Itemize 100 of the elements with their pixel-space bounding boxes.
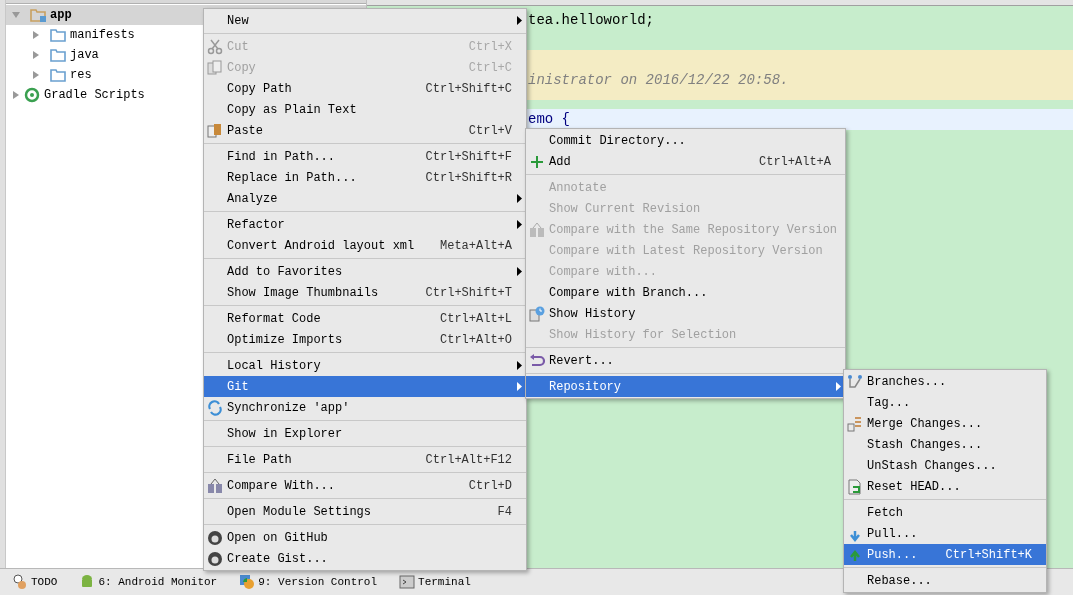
menu-item[interactable]: Refactor (204, 214, 526, 235)
tool-window-label: 6: Android Monitor (98, 574, 218, 590)
collapsed-arrow-icon[interactable] (32, 31, 40, 39)
menu-item[interactable]: UnStash Changes... (844, 455, 1046, 476)
menu-item[interactable]: Find in Path... Ctrl+Shift+F (204, 146, 526, 167)
menu-item-label: Copy Path (227, 80, 293, 98)
menu-item[interactable]: Revert... (526, 350, 845, 371)
menu-item-label: File Path (227, 451, 293, 469)
collapsed-arrow-icon[interactable] (32, 51, 40, 59)
expanded-arrow-icon[interactable] (12, 11, 20, 19)
sync-icon (207, 399, 223, 416)
menu-item-label: Compare with Branch... (549, 284, 709, 302)
shortcut-label: Meta+Alt+A (440, 237, 512, 255)
tool-window-button[interactable]: 9: Version Control (239, 573, 378, 591)
menu-item[interactable]: Synchronize 'app' (204, 397, 526, 418)
menu-item-label: Convert Android layout xml (227, 237, 416, 255)
undo-icon (529, 352, 545, 369)
menu-item[interactable]: Push... Ctrl+Shift+K (844, 544, 1046, 565)
menu-item-label: Show Current Revision (549, 200, 702, 218)
menu-item-label: Show Image Thumbnails (227, 284, 380, 302)
shortcut-label: Ctrl+Alt+L (440, 310, 512, 328)
menu-item-label: Tag... (867, 394, 912, 412)
menu-item[interactable]: Tag... (844, 392, 1046, 413)
menu-item-label: Copy (227, 59, 257, 77)
gradle-icon (24, 87, 40, 103)
menu-item[interactable]: Analyze (204, 188, 526, 209)
menu-item[interactable]: Optimize Imports Ctrl+Alt+O (204, 329, 526, 350)
shortcut-label: Ctrl+C (468, 59, 512, 77)
shortcut-label: Ctrl+Alt+O (440, 331, 512, 349)
tool-window-label: Terminal (418, 574, 471, 590)
menu-item[interactable]: Convert Android layout xml Meta+Alt+A (204, 235, 526, 256)
menu-item[interactable]: Stash Changes... (844, 434, 1046, 455)
shortcut-label: Ctrl+Alt+F12 (425, 451, 512, 469)
shortcut-label: F4 (497, 503, 512, 521)
menu-item-label: Git (227, 378, 250, 396)
menu-item-label: Create Gist... (227, 550, 329, 568)
menu-item[interactable]: Reset HEAD... (844, 476, 1046, 497)
menu-item[interactable]: Commit Directory... (526, 130, 845, 151)
menu-item-label: Branches... (867, 373, 948, 391)
menu-item-label: Open on GitHub (227, 529, 329, 547)
menu-item[interactable]: Compare With... Ctrl+D (204, 475, 526, 496)
menu-item[interactable]: Open on GitHub (204, 527, 526, 548)
menu-item[interactable]: Add to Favorites (204, 261, 526, 282)
code-line: emo { (528, 110, 570, 129)
version-control-icon (239, 574, 256, 590)
tool-window-label: 9: Version Control (258, 574, 378, 590)
menu-item-label: Fetch (867, 504, 904, 522)
shortcut-label: Ctrl+X (468, 38, 512, 56)
menu-item[interactable]: Paste Ctrl+V (204, 120, 526, 141)
menu-item[interactable]: Show Image Thumbnails Ctrl+Shift+T (204, 282, 526, 303)
compare-icon (207, 477, 223, 494)
tree-item-label: res (70, 67, 92, 84)
menu-item[interactable]: Repository (526, 376, 845, 397)
menu-item-label: Rebase... (867, 572, 933, 590)
menu-item-label: Reformat Code (227, 310, 322, 328)
menu-item-label: Optimize Imports (227, 331, 344, 349)
menu-item[interactable]: Compare with Branch... (526, 282, 845, 303)
menu-item-label: Commit Directory... (549, 132, 687, 150)
menu-item[interactable]: Open Module Settings F4 (204, 501, 526, 522)
menu-item[interactable]: Rebase... (844, 570, 1046, 591)
menu-item-label: Open Module Settings (227, 503, 373, 521)
menu-item[interactable]: Local History (204, 355, 526, 376)
tool-window-button[interactable]: 6: Android Monitor (79, 573, 218, 591)
shortcut-label: Ctrl+Shift+K (945, 546, 1032, 564)
submenu-arrow-icon (517, 382, 522, 391)
menu-item[interactable]: Pull... (844, 523, 1046, 544)
menu-item-label: Pull... (867, 525, 919, 543)
submenu-arrow-icon (517, 267, 522, 276)
collapsed-arrow-icon[interactable] (12, 91, 20, 99)
menu-item-label: Merge Changes... (867, 415, 984, 433)
paste-icon (207, 122, 223, 139)
tree-item-label: manifests (70, 27, 135, 44)
menu-item[interactable]: Merge Changes... (844, 413, 1046, 434)
menu-item-label: Show History (549, 305, 637, 323)
shortcut-label: Ctrl+D (468, 477, 512, 495)
tree-item-label: Gradle Scripts (44, 87, 145, 104)
menu-item[interactable]: Show History (526, 303, 845, 324)
tool-window-button[interactable]: Terminal (399, 573, 471, 591)
code-line: tea.helloworld; (528, 11, 655, 30)
menu-item[interactable]: Create Gist... (204, 548, 526, 569)
menu-item[interactable]: Replace in Path... Ctrl+Shift+R (204, 167, 526, 188)
folder-icon (50, 68, 66, 82)
menu-item[interactable]: File Path Ctrl+Alt+F12 (204, 449, 526, 470)
menu-item[interactable]: Fetch (844, 502, 1046, 523)
menu-item[interactable]: Add Ctrl+Alt+A (526, 151, 845, 172)
menu-item-label: Paste (227, 122, 264, 140)
collapsed-arrow-icon[interactable] (32, 71, 40, 79)
menu-item-label: Analyze (227, 190, 279, 208)
menu-item[interactable]: Copy Path Ctrl+Shift+C (204, 78, 526, 99)
menu-item[interactable]: Branches... (844, 371, 1046, 392)
menu-item[interactable]: Copy as Plain Text (204, 99, 526, 120)
menu-item-label: Replace in Path... (227, 169, 358, 187)
folder-icon (30, 8, 46, 22)
menu-item-label: Reset HEAD... (867, 478, 962, 496)
menu-item[interactable]: Show in Explorer (204, 423, 526, 444)
menu-item[interactable]: Reformat Code Ctrl+Alt+L (204, 308, 526, 329)
menu-item[interactable]: Git (204, 376, 526, 397)
menu-item-label: Revert... (549, 352, 615, 370)
tool-window-button[interactable]: TODO (12, 573, 58, 591)
compare-icon (529, 221, 545, 238)
